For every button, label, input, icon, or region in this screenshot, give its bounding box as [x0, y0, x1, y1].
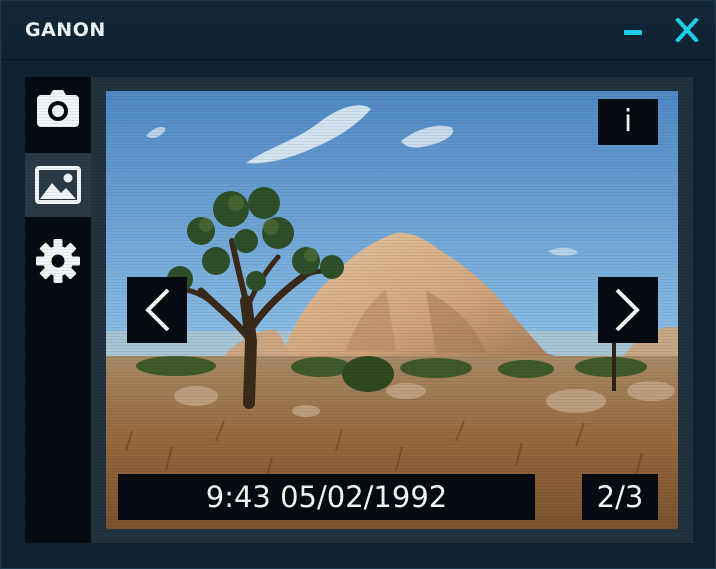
photo-display[interactable] [106, 91, 678, 529]
sidebar [25, 77, 91, 543]
title-bar[interactable]: GANON [1, 1, 715, 60]
app-window: GANON i 9:43 05/02/1992 2/3 [0, 0, 716, 569]
photo-counter: 2/3 [582, 474, 658, 520]
close-icon [675, 18, 699, 42]
timestamp-text: 9:43 05/02/1992 [205, 480, 448, 514]
sidebar-item-gallery[interactable] [25, 153, 91, 217]
gear-icon [36, 239, 80, 283]
chevron-left-icon [145, 288, 170, 332]
info-icon: i [623, 104, 633, 139]
minimize-icon [624, 30, 642, 35]
previous-photo-button[interactable] [127, 277, 187, 343]
info-button[interactable]: i [598, 99, 658, 145]
next-photo-button[interactable] [598, 277, 658, 343]
counter-text: 2/3 [596, 480, 644, 514]
minimize-button[interactable] [618, 15, 648, 47]
sidebar-item-settings[interactable] [25, 229, 91, 293]
camera-icon [37, 90, 79, 127]
sidebar-item-camera[interactable] [25, 77, 91, 141]
photo-timestamp: 9:43 05/02/1992 [118, 474, 535, 520]
app-title: GANON [25, 19, 106, 41]
image-icon [35, 166, 81, 204]
desert-photo [106, 91, 678, 529]
photo-viewer: i 9:43 05/02/1992 2/3 [91, 77, 693, 543]
chevron-right-icon [615, 288, 640, 332]
close-button[interactable] [671, 13, 703, 47]
